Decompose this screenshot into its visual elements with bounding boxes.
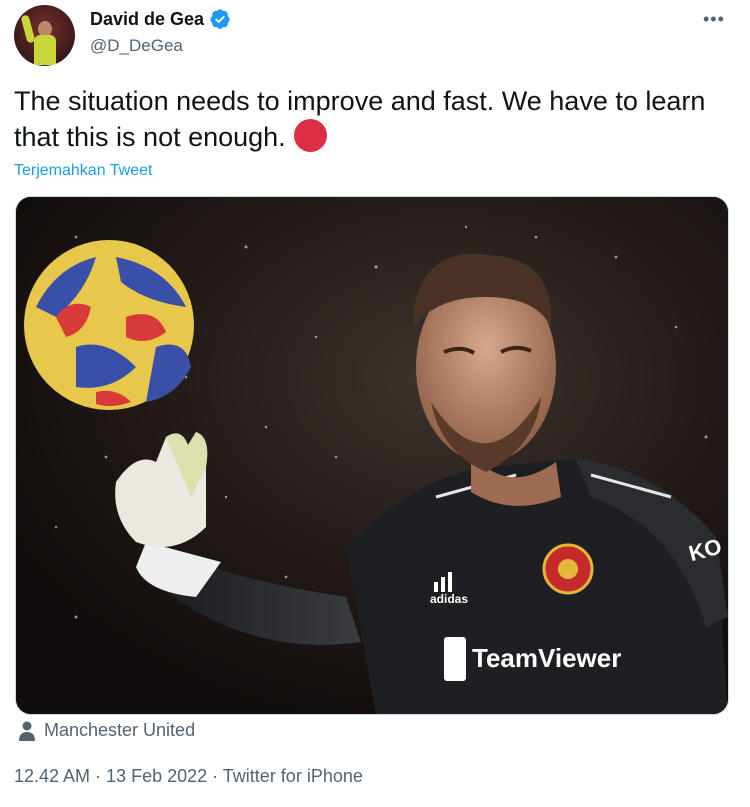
sponsor-text: TeamViewer — [472, 643, 621, 673]
tweet-photo[interactable]: adidas TeamViewer KO — [15, 196, 729, 715]
person-icon — [19, 721, 35, 741]
verified-badge-icon — [210, 9, 230, 29]
tweet-text-content: The situation needs to improve and fast.… — [14, 86, 706, 152]
translate-tweet-link[interactable]: Terjemahkan Tweet — [14, 162, 152, 180]
location[interactable]: Manchester United — [18, 720, 195, 741]
red-circle-emoji-icon — [293, 119, 327, 152]
author-name-row[interactable]: David de Gea — [90, 8, 231, 30]
tweet-text: The situation needs to improve and fast.… — [14, 84, 734, 155]
timestamp-source[interactable]: 12.42 AM · 13 Feb 2022 · Twitter for iPh… — [14, 766, 363, 787]
more-options-icon[interactable]: ••• — [703, 10, 725, 28]
display-name[interactable]: David de Gea — [90, 9, 204, 30]
adidas-text: adidas — [430, 592, 468, 606]
photo-illustration: adidas TeamViewer KO — [16, 197, 728, 714]
handle[interactable]: @D_DeGea — [90, 36, 183, 56]
location-label: Manchester United — [44, 720, 196, 740]
avatar[interactable] — [14, 5, 75, 66]
